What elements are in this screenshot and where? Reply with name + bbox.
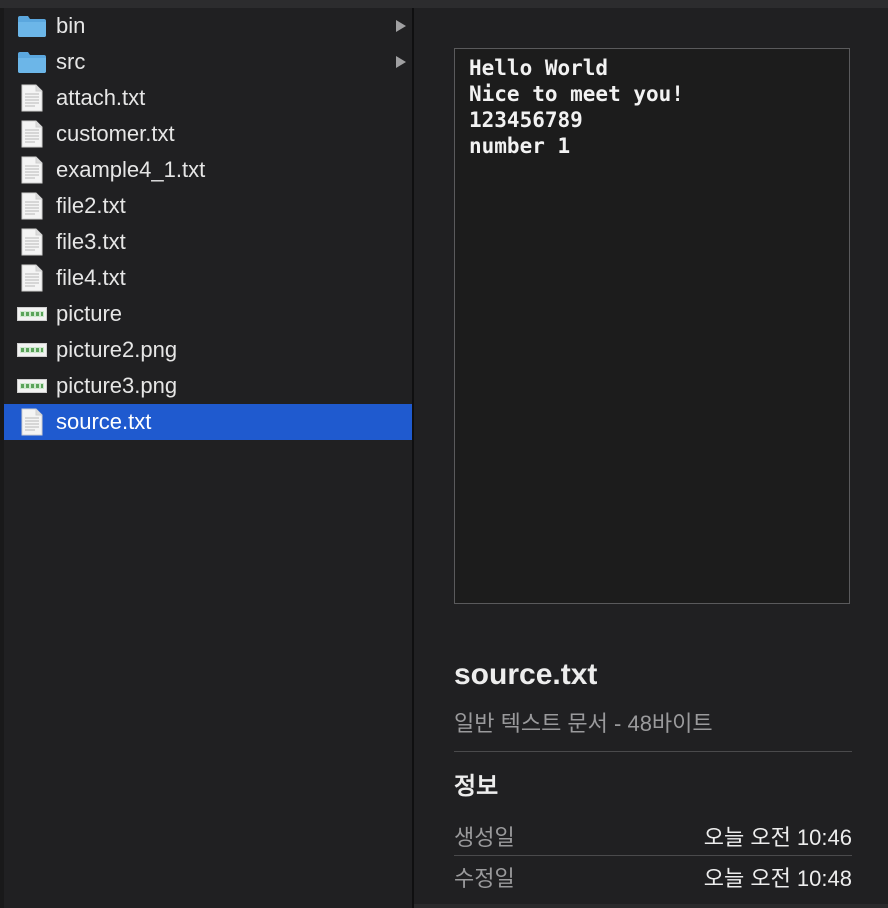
image-file-icon	[16, 334, 48, 366]
divider	[454, 855, 852, 856]
file-row-example4-1-txt[interactable]: example4_1.txt	[4, 152, 412, 188]
info-section-title: 정보	[454, 773, 499, 800]
text-file-icon	[16, 226, 48, 258]
divider	[454, 751, 852, 752]
created-value: 오늘 오전 10:46	[703, 825, 852, 850]
modified-row: 수정일 오늘 오전 10:48	[454, 860, 852, 894]
disclosure-arrow-icon	[396, 20, 406, 32]
image-file-icon	[16, 370, 48, 402]
modified-label: 수정일	[454, 866, 515, 891]
created-label: 생성일	[454, 825, 515, 850]
file-column[interactable]: bin src attach.txt customer.txt example4_1.t…	[0, 8, 412, 908]
file-name: file4.txt	[56, 265, 126, 290]
file-row-file3-txt[interactable]: file3.txt	[4, 224, 412, 260]
file-name: file2.txt	[56, 193, 126, 218]
file-row-file2-txt[interactable]: file2.txt	[4, 188, 412, 224]
file-row-picture3-png[interactable]: picture3.png	[4, 368, 412, 404]
file-content-preview[interactable]: Hello World Nice to meet you! 123456789 num…	[454, 48, 850, 604]
text-file-icon	[16, 82, 48, 114]
preview-text-line: Hello World	[469, 56, 609, 80]
file-row-picture[interactable]: picture	[4, 296, 412, 332]
file-name: picture2.png	[56, 337, 178, 362]
folder-icon	[16, 46, 48, 78]
file-row-bin[interactable]: bin	[4, 8, 412, 44]
preview-pane: Hello World Nice to meet you! 123456789 num…	[414, 8, 888, 908]
file-list: bin src attach.txt customer.txt example4_1.t…	[4, 8, 412, 440]
file-name: source.txt	[56, 409, 152, 434]
file-row-picture2-png[interactable]: picture2.png	[4, 332, 412, 368]
file-name: picture	[56, 301, 123, 326]
file-name: file3.txt	[56, 229, 126, 254]
created-row: 생성일 오늘 오전 10:46	[454, 819, 852, 853]
text-file-icon	[16, 154, 48, 186]
file-name: customer.txt	[56, 121, 175, 146]
file-name: attach.txt	[56, 85, 146, 110]
text-file-icon	[16, 406, 48, 438]
file-row-src[interactable]: src	[4, 44, 412, 80]
text-file-icon	[16, 190, 48, 222]
preview-text-line: Nice to meet you!	[469, 82, 684, 106]
finder-window: bin src attach.txt customer.txt example4_1.t…	[0, 0, 888, 908]
preview-file-name: source.txt	[454, 658, 598, 691]
pane-bottom-edge	[414, 904, 888, 908]
image-file-icon	[16, 298, 48, 330]
disclosure-arrow-icon	[396, 56, 406, 68]
file-name: bin	[56, 13, 86, 38]
file-name: example4_1.txt	[56, 157, 206, 182]
folder-icon	[16, 10, 48, 42]
file-name: src	[56, 49, 86, 74]
preview-text-line: 123456789	[469, 108, 583, 132]
file-name: picture3.png	[56, 373, 178, 398]
file-row-customer-txt[interactable]: customer.txt	[4, 116, 412, 152]
file-row-file4-txt[interactable]: file4.txt	[4, 260, 412, 296]
file-row-source-txt[interactable]: source.txt	[4, 404, 412, 440]
text-file-icon	[16, 118, 48, 150]
file-kind-size: 일반 텍스트 문서 - 48바이트	[454, 711, 713, 736]
text-file-icon	[16, 262, 48, 294]
file-row-attach-txt[interactable]: attach.txt	[4, 80, 412, 116]
modified-value: 오늘 오전 10:48	[703, 866, 852, 891]
preview-text-line: number 1	[469, 134, 571, 158]
